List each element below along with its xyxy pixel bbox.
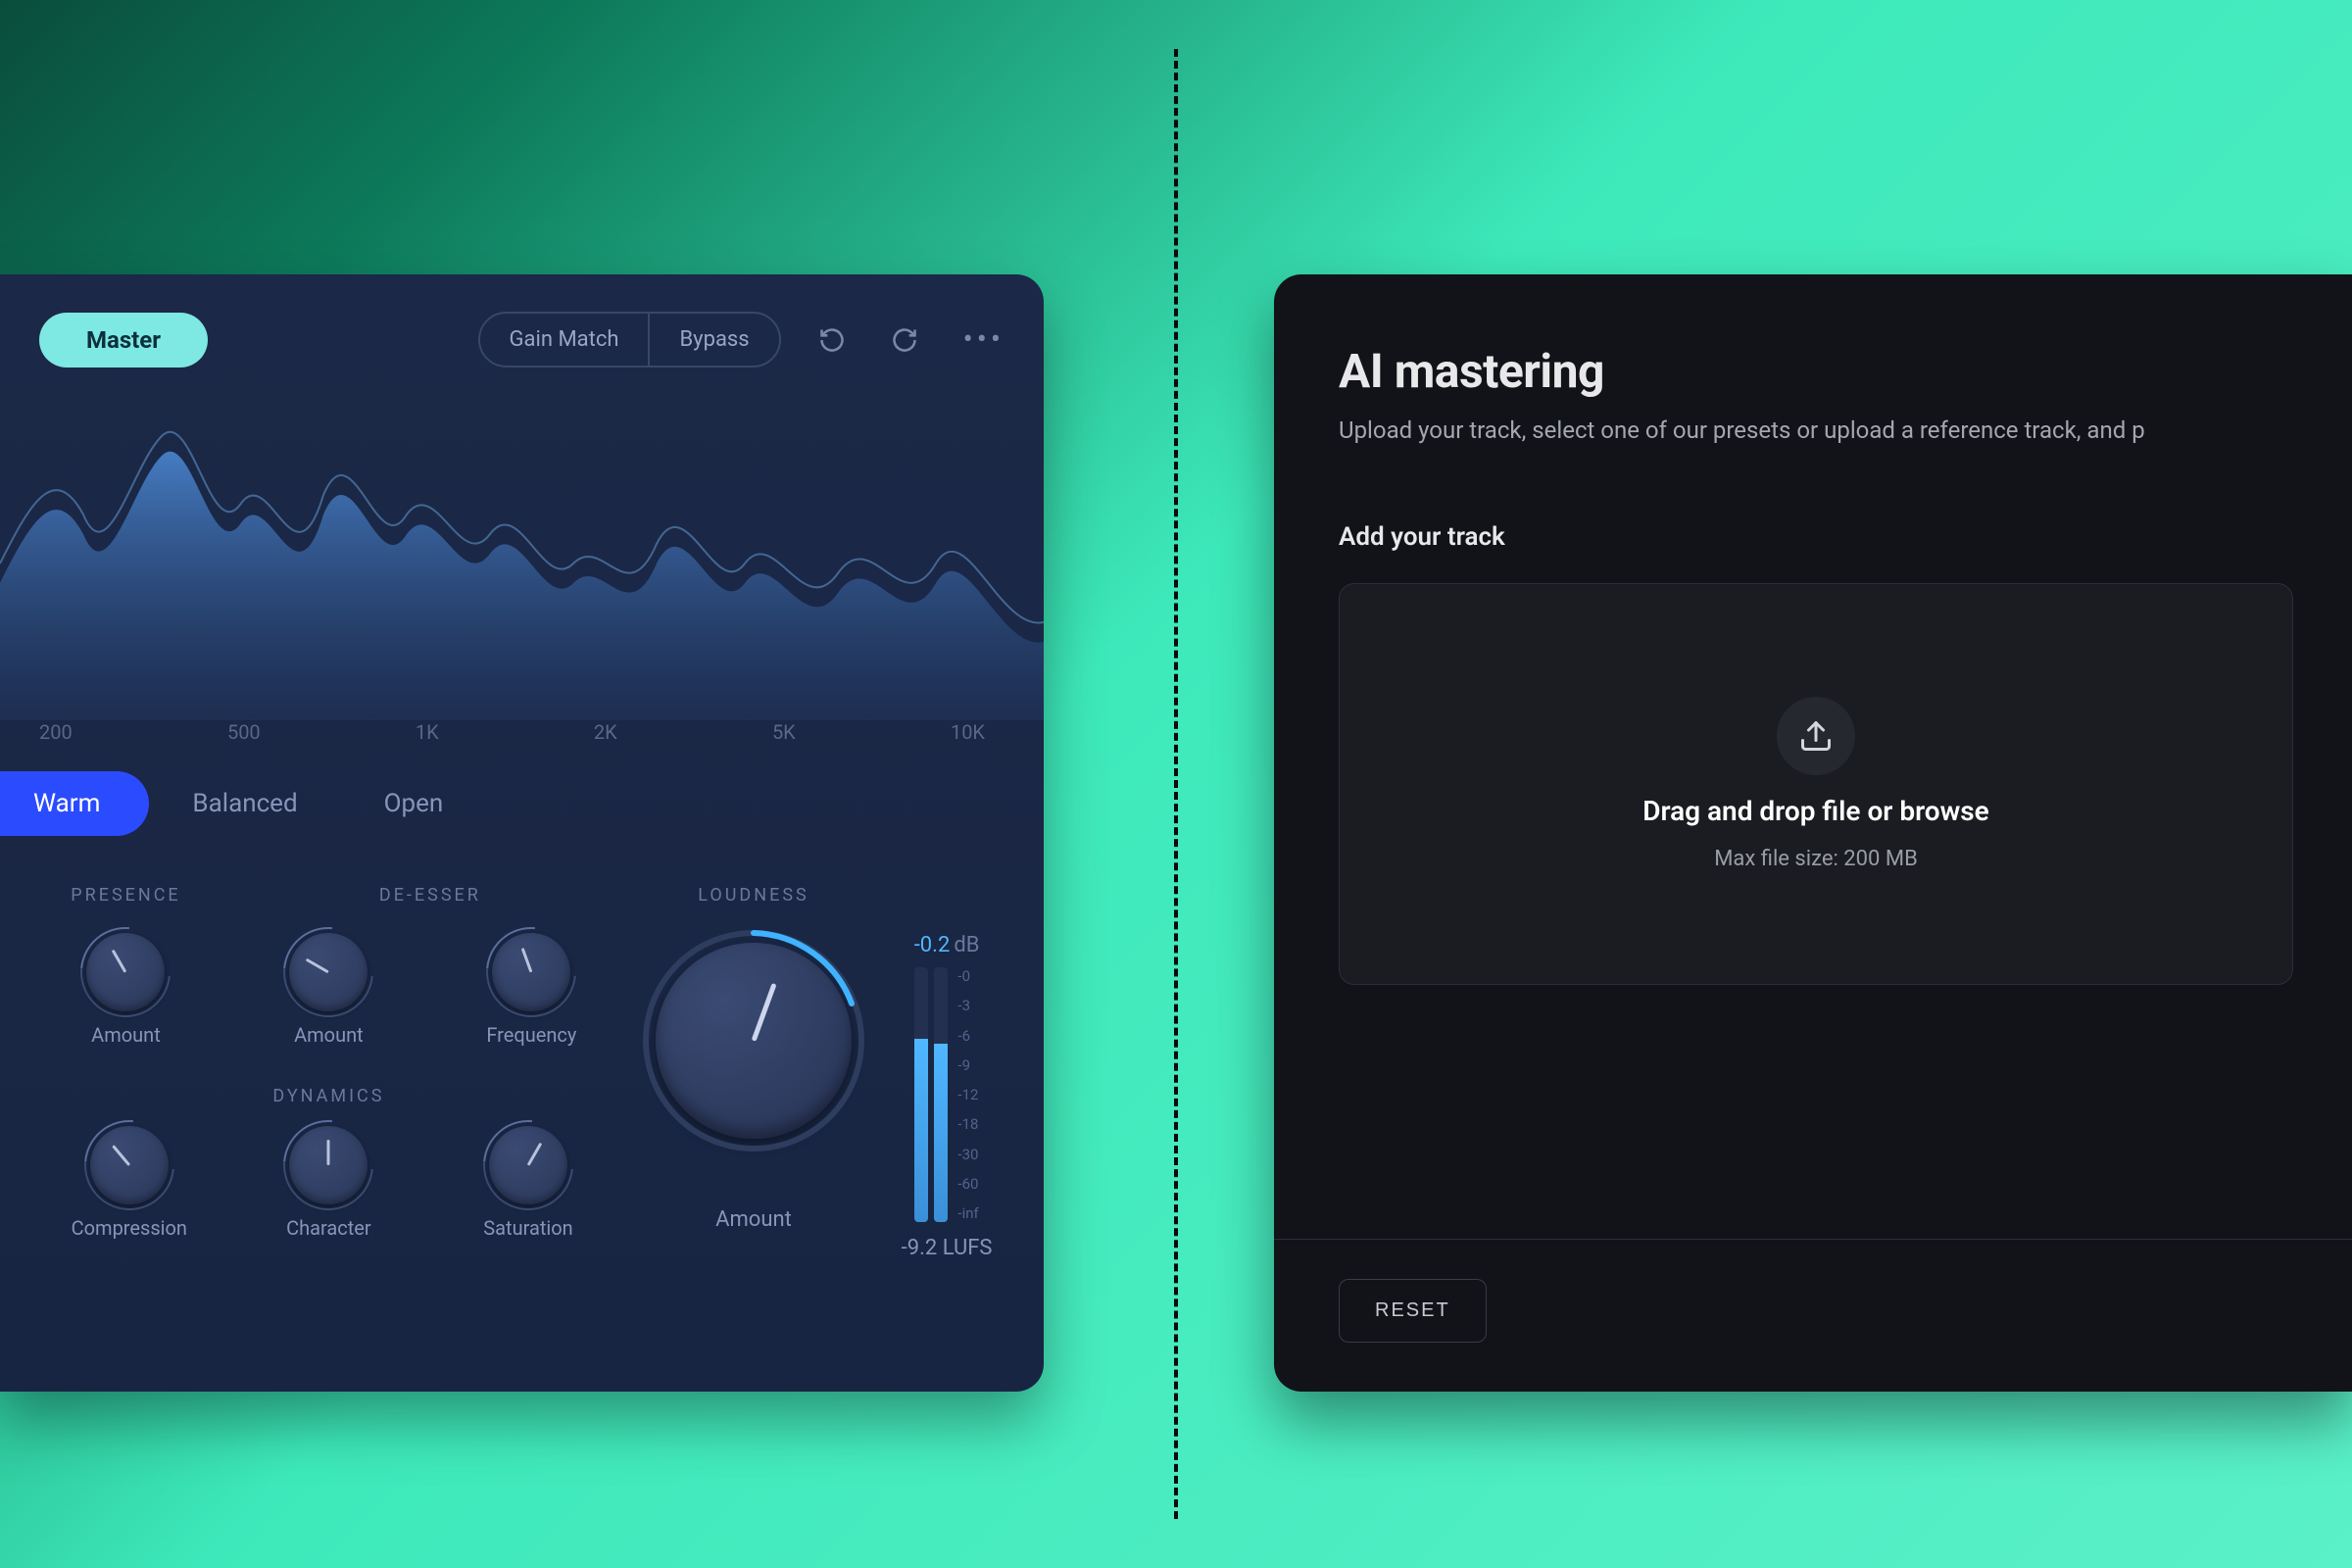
undo-icon[interactable] [810,318,854,362]
ai-mastering-panel: AI mastering Upload your track, select o… [1274,274,2352,1392]
more-icon[interactable]: ••• [963,322,1004,357]
presence-amount-knob[interactable] [86,933,165,1011]
tab-warm[interactable]: Warm [0,771,149,836]
freq-tick: 2K [594,720,617,744]
plugin-header: Master Gain Match Bypass ••• [0,274,1044,387]
deesser-label: DE-ESSER [232,885,628,906]
tone-tabs: Warm Balanced Open [0,752,1044,865]
knob-label: Character [286,1216,371,1240]
upload-icon [1777,697,1855,775]
saturation-knob[interactable] [489,1126,567,1204]
mastering-plugin-panel: Master Gain Match Bypass ••• 200 50 [0,274,1044,1392]
knob-label: Frequency [486,1023,576,1047]
meter-ticks: -0 -3 -6 -9 -12 -18 -30 -60 -inf [957,967,978,1222]
lufs-readout: -9.2 LUFS [902,1236,993,1260]
character-knob[interactable] [289,1126,368,1204]
master-pill[interactable]: Master [39,313,208,368]
dynamics-label: DYNAMICS [29,1086,628,1106]
page-title: AI mastering [1339,343,2293,399]
presence-label: PRESENCE [29,885,222,906]
freq-tick: 500 [227,720,261,744]
deesser-amount-knob[interactable] [289,933,368,1011]
vertical-divider [1174,49,1178,1519]
divider-line [1274,1239,2352,1240]
redo-icon[interactable] [883,318,926,362]
dropzone-sub: Max file size: 200 MB [1714,847,1918,871]
upload-dropzone[interactable]: Drag and drop file or browse Max file si… [1339,583,2293,985]
knob-label: Amount [715,1207,792,1232]
loudness-label: LOUDNESS [638,885,869,906]
freq-tick: 10K [951,720,985,744]
loudness-knob[interactable] [656,943,852,1139]
section-title: Add your track [1339,522,2293,552]
freq-tick: 1K [416,720,439,744]
dropzone-title: Drag and drop file or browse [1642,795,1989,827]
tab-balanced[interactable]: Balanced [149,771,340,836]
controls-grid: PRESENCE DE-ESSER LOUDNESS Amount Amount… [0,865,1044,1260]
freq-tick: 5K [772,720,796,744]
knob-label: Amount [294,1023,364,1047]
gain-match-button[interactable]: Gain Match [480,314,649,366]
db-readout: -0.2dB [914,933,980,957]
knob-label: Amount [91,1023,161,1047]
freq-tick: 200 [39,720,73,744]
tab-open[interactable]: Open [341,771,487,836]
bypass-button[interactable]: Bypass [648,314,778,366]
page-subtitle: Upload your track, select one of our pre… [1339,416,2293,444]
level-meter [914,967,948,1222]
deesser-frequency-knob[interactable] [492,933,570,1011]
compression-knob[interactable] [90,1126,169,1204]
reset-button[interactable]: RESET [1339,1279,1487,1343]
gain-bypass-segment: Gain Match Bypass [478,312,781,368]
frequency-axis: 200 500 1K 2K 5K 10K [0,720,1044,752]
spectrum-analyzer [0,387,1044,720]
knob-label: Saturation [483,1216,572,1240]
knob-label: Compression [72,1216,187,1240]
